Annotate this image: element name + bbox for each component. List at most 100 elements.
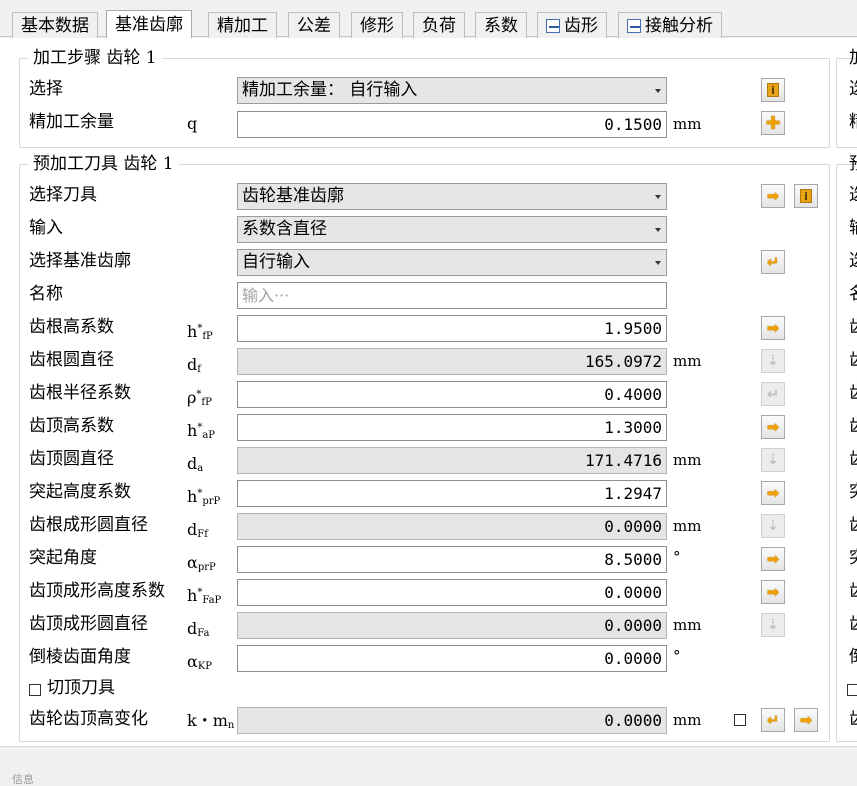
- tab-tooth-form[interactable]: 齿形: [537, 12, 607, 38]
- topping-tool-checkbox[interactable]: [29, 684, 41, 696]
- arrow-down-icon: ⇣: [767, 452, 779, 468]
- param-label: 突起高度系数: [29, 482, 131, 502]
- clipped-label: 名: [849, 283, 857, 305]
- tab-contact-analysis[interactable]: 接触分析: [618, 12, 722, 38]
- clipped-label: 突: [849, 547, 857, 569]
- dropdown-arrow-icon: [655, 195, 661, 199]
- clipped-label: 齿: [849, 580, 857, 602]
- group-title: 预加工刀具 齿轮 1: [28, 154, 179, 174]
- gear2-panel-clipped: [836, 58, 857, 148]
- dropdown-arrow-icon: [655, 228, 661, 232]
- param-input[interactable]: 1.9500: [237, 315, 667, 342]
- tab-tolerance[interactable]: 公差: [288, 12, 340, 38]
- param-label: 齿根成形圆直径: [29, 515, 148, 535]
- disabled-down-button: ⇣: [761, 448, 785, 472]
- param-symbol: da: [187, 454, 204, 474]
- reference-profile-dropdown[interactable]: 自行输入: [237, 249, 667, 276]
- transfer-button[interactable]: ➡: [761, 580, 785, 604]
- clipped-label: 选: [849, 250, 857, 272]
- input-type-label: 输入: [29, 218, 63, 238]
- disabled-down-button: ⇣: [761, 514, 785, 538]
- tab-load[interactable]: 负荷: [413, 12, 465, 38]
- tab-label: 基准齿廓: [115, 14, 183, 35]
- allowance-input[interactable]: 0.1500: [237, 111, 667, 138]
- disabled-down-button: ⇣: [761, 349, 785, 373]
- param-input[interactable]: 1.2947: [237, 480, 667, 507]
- topping-tool-label: 切顶刀具: [47, 678, 115, 698]
- allowance-label: 精加工余量: [29, 112, 114, 132]
- tool-info-button[interactable]: i: [794, 184, 818, 208]
- clipped-label: 齿: [849, 349, 857, 371]
- input-type-dropdown[interactable]: 系数含直径: [237, 216, 667, 243]
- clipped-label: 倒: [849, 646, 857, 668]
- param-label: 突起角度: [29, 548, 97, 568]
- param-label: 齿顶高系数: [29, 416, 114, 436]
- param-label: 齿顶成形圆直径: [29, 614, 148, 634]
- param-unit: °: [673, 548, 681, 566]
- select-value: 系数含直径: [242, 219, 327, 239]
- tab-label: 系数: [484, 15, 518, 36]
- addendum-apply-button[interactable]: ↵: [761, 708, 785, 732]
- param-symbol: h*fP: [187, 322, 213, 342]
- param-label: 齿根圆直径: [29, 350, 114, 370]
- addendum-symbol: k・mn: [187, 711, 235, 731]
- machining-select-label: 选择: [29, 79, 63, 99]
- clipped-label: 加: [849, 47, 857, 69]
- tab-finishing[interactable]: 精加工: [208, 12, 277, 38]
- param-label: 齿顶圆直径: [29, 449, 114, 469]
- tab-reference-profile[interactable]: 基准齿廓: [106, 10, 192, 38]
- tab-modification[interactable]: 修形: [351, 12, 403, 38]
- profile-apply-button[interactable]: ↵: [761, 250, 785, 274]
- plus-icon: ✚: [765, 112, 781, 134]
- param-input[interactable]: 0.4000: [237, 381, 667, 408]
- document-edit-icon: [627, 18, 641, 33]
- transfer-button[interactable]: ➡: [761, 547, 785, 571]
- content-area: 加工步骤 齿轮 1 选择 精加工余量： 自行输入 i 精加工余量 q 0.150…: [0, 38, 857, 746]
- addendum-checkbox[interactable]: [734, 714, 746, 726]
- param-input[interactable]: 0.0000: [237, 579, 667, 606]
- allowance-symbol: q: [187, 114, 198, 133]
- arrow-right-icon: ➡: [766, 187, 780, 205]
- param-input[interactable]: 1.3000: [237, 414, 667, 441]
- transfer-button[interactable]: ➡: [761, 415, 785, 439]
- status-label: 信息: [12, 773, 34, 786]
- name-input[interactable]: 输入···: [237, 282, 667, 309]
- info-button[interactable]: i: [761, 78, 785, 102]
- tab-label: 公差: [297, 15, 331, 36]
- transfer-button[interactable]: ➡: [761, 481, 785, 505]
- disabled-down-button: ⇣: [761, 613, 785, 637]
- tab-factors[interactable]: 系数: [475, 12, 527, 38]
- param-symbol: αprP: [187, 553, 216, 573]
- param-symbol: αKP: [187, 652, 213, 672]
- param-input[interactable]: 0.0000: [237, 645, 667, 672]
- select-tool-dropdown[interactable]: 齿轮基准齿廓: [237, 183, 667, 210]
- param-input[interactable]: 8.5000: [237, 546, 667, 573]
- addendum-change-label: 齿轮齿顶高变化: [29, 709, 148, 729]
- transfer-button[interactable]: ➡: [761, 316, 785, 340]
- arrow-right-icon: ➡: [766, 319, 780, 337]
- tab-label: 接触分析: [645, 15, 713, 36]
- tool-transfer-button[interactable]: ➡: [761, 184, 785, 208]
- tab-label: 精加工: [217, 15, 268, 36]
- select-value: 自行输入: [242, 252, 310, 272]
- clipped-label: 齿: [849, 613, 857, 635]
- param-symbol: h*aP: [187, 421, 216, 441]
- arrow-right-icon: ➡: [766, 484, 780, 502]
- arrow-down-icon: ⇣: [767, 617, 779, 633]
- machining-select-dropdown[interactable]: 精加工余量： 自行输入: [237, 77, 667, 104]
- clipped-checkbox[interactable]: [847, 684, 857, 696]
- arrow-right-icon: ➡: [766, 550, 780, 568]
- param-unit: °: [673, 647, 681, 665]
- addendum-transfer-button[interactable]: ➡: [794, 708, 818, 732]
- dropdown-arrow-icon: [655, 261, 661, 265]
- clipped-label: 输: [849, 217, 857, 239]
- clipped-label: 选: [849, 78, 857, 100]
- tab-basic-data[interactable]: 基本数据: [12, 12, 98, 38]
- disabled-enter-button: ↵: [761, 382, 785, 406]
- clipped-label: 齿: [849, 415, 857, 437]
- clipped-label: 突: [849, 481, 857, 503]
- tab-label: 修形: [360, 15, 394, 36]
- param-label: 倒棱齿面角度: [29, 647, 131, 667]
- addendum-readonly-field: 0.0000: [237, 707, 667, 734]
- add-button[interactable]: ✚: [761, 111, 785, 135]
